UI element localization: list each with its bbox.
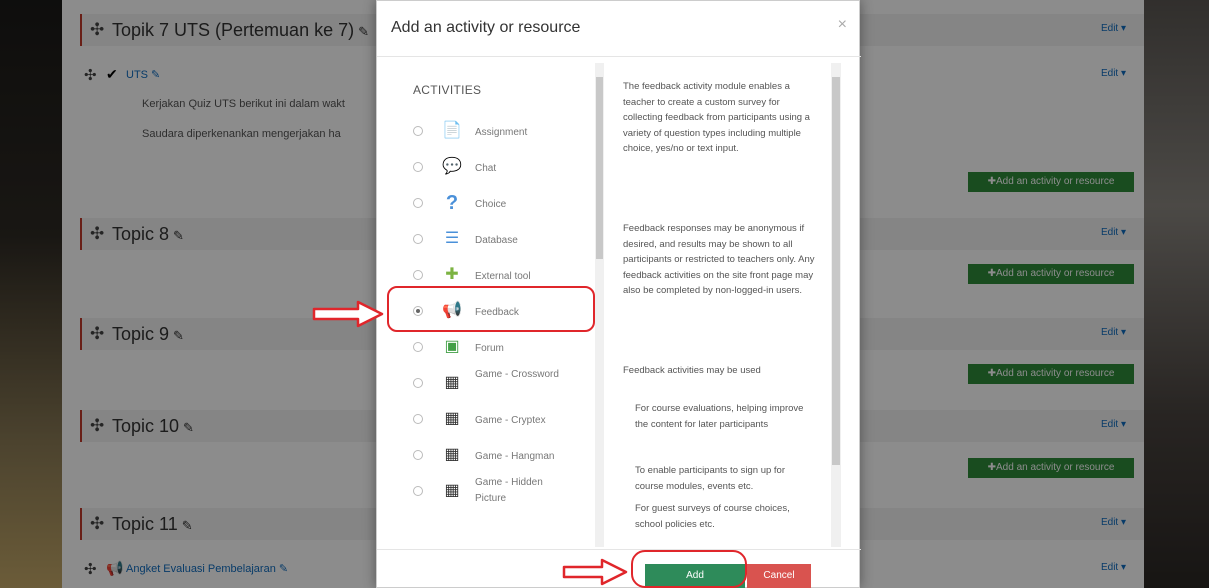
radio-button[interactable] <box>413 234 423 244</box>
module-option-game-hidden-picture[interactable]: ▦ Game - Hidden Picture <box>391 473 601 509</box>
module-list-scrollbar[interactable] <box>595 63 604 547</box>
feedback-highlight-ellipse <box>387 286 595 332</box>
database-icon: ☰ <box>444 230 460 247</box>
dialog-title: Add an activity or resource <box>391 19 581 36</box>
arrow-icon <box>312 300 384 328</box>
module-label: Database <box>475 235 518 246</box>
forum-icon: ▣ <box>444 338 460 355</box>
radio-button[interactable] <box>413 270 423 280</box>
module-option-game-crossword[interactable]: ▦ Game - Crossword <box>391 365 601 401</box>
radio-button[interactable] <box>413 162 423 172</box>
chat-icon: 💬 <box>442 158 462 175</box>
module-label: Choice <box>475 199 507 210</box>
choice-icon: ? <box>445 192 459 214</box>
help-list-item: For guest surveys of course choices, sch… <box>635 503 790 530</box>
arrow-icon <box>562 558 628 586</box>
radio-button[interactable] <box>413 486 423 496</box>
add-button-highlight-ellipse <box>631 550 747 588</box>
module-label: Game - Cryptex <box>475 415 546 426</box>
game-icon: ▦ <box>444 446 460 463</box>
module-option-assignment[interactable]: 📄 Assignment <box>391 113 601 149</box>
help-paragraph: Feedback responses may be anonymous if d… <box>623 223 815 296</box>
help-list-item: For course evaluations, helping improve … <box>635 403 804 430</box>
radio-button[interactable] <box>413 198 423 208</box>
game-icon: ▦ <box>444 410 460 427</box>
help-panel-scrollbar[interactable] <box>831 63 841 547</box>
close-icon[interactable]: × <box>838 16 847 34</box>
radio-button[interactable] <box>413 450 423 460</box>
help-paragraph: The feedback activity module enables a t… <box>623 81 810 154</box>
external-tool-icon: ✚ <box>445 266 459 283</box>
module-label: Assignment <box>475 127 528 138</box>
module-option-choice[interactable]: ? Choice <box>391 185 601 221</box>
module-option-database[interactable]: ☰ Database <box>391 221 601 257</box>
dialog-header: Add an activity or resource × <box>377 1 861 57</box>
module-label: Game - Crossword <box>475 369 559 380</box>
radio-button[interactable] <box>413 126 423 136</box>
assignment-icon: 📄 <box>442 122 462 139</box>
category-heading: ACTIVITIES <box>413 83 482 97</box>
radio-button[interactable] <box>413 342 423 352</box>
module-option-game-hangman[interactable]: ▦ Game - Hangman <box>391 437 601 473</box>
module-label: Game - Hidden Picture <box>475 477 543 504</box>
module-label: Game - Hangman <box>475 451 555 462</box>
module-help-panel: The feedback activity module enables a t… <box>609 61 829 547</box>
module-label: Forum <box>475 343 504 354</box>
module-label: External tool <box>475 271 531 282</box>
scrollbar-thumb[interactable] <box>832 77 840 465</box>
module-option-game-cryptex[interactable]: ▦ Game - Cryptex <box>391 401 601 437</box>
help-paragraph: Feedback activities may be used <box>623 365 761 376</box>
help-list-item: To enable participants to sign up for co… <box>635 465 785 492</box>
scrollbar-thumb[interactable] <box>596 77 603 259</box>
module-option-forum[interactable]: ▣ Forum <box>391 329 601 365</box>
radio-button[interactable] <box>413 414 423 424</box>
game-icon: ▦ <box>444 374 460 391</box>
game-icon: ▦ <box>444 482 460 499</box>
radio-button[interactable] <box>413 378 423 388</box>
cancel-button[interactable]: Cancel <box>747 564 811 588</box>
module-label: Chat <box>475 163 497 174</box>
module-option-chat[interactable]: 💬 Chat <box>391 149 601 185</box>
